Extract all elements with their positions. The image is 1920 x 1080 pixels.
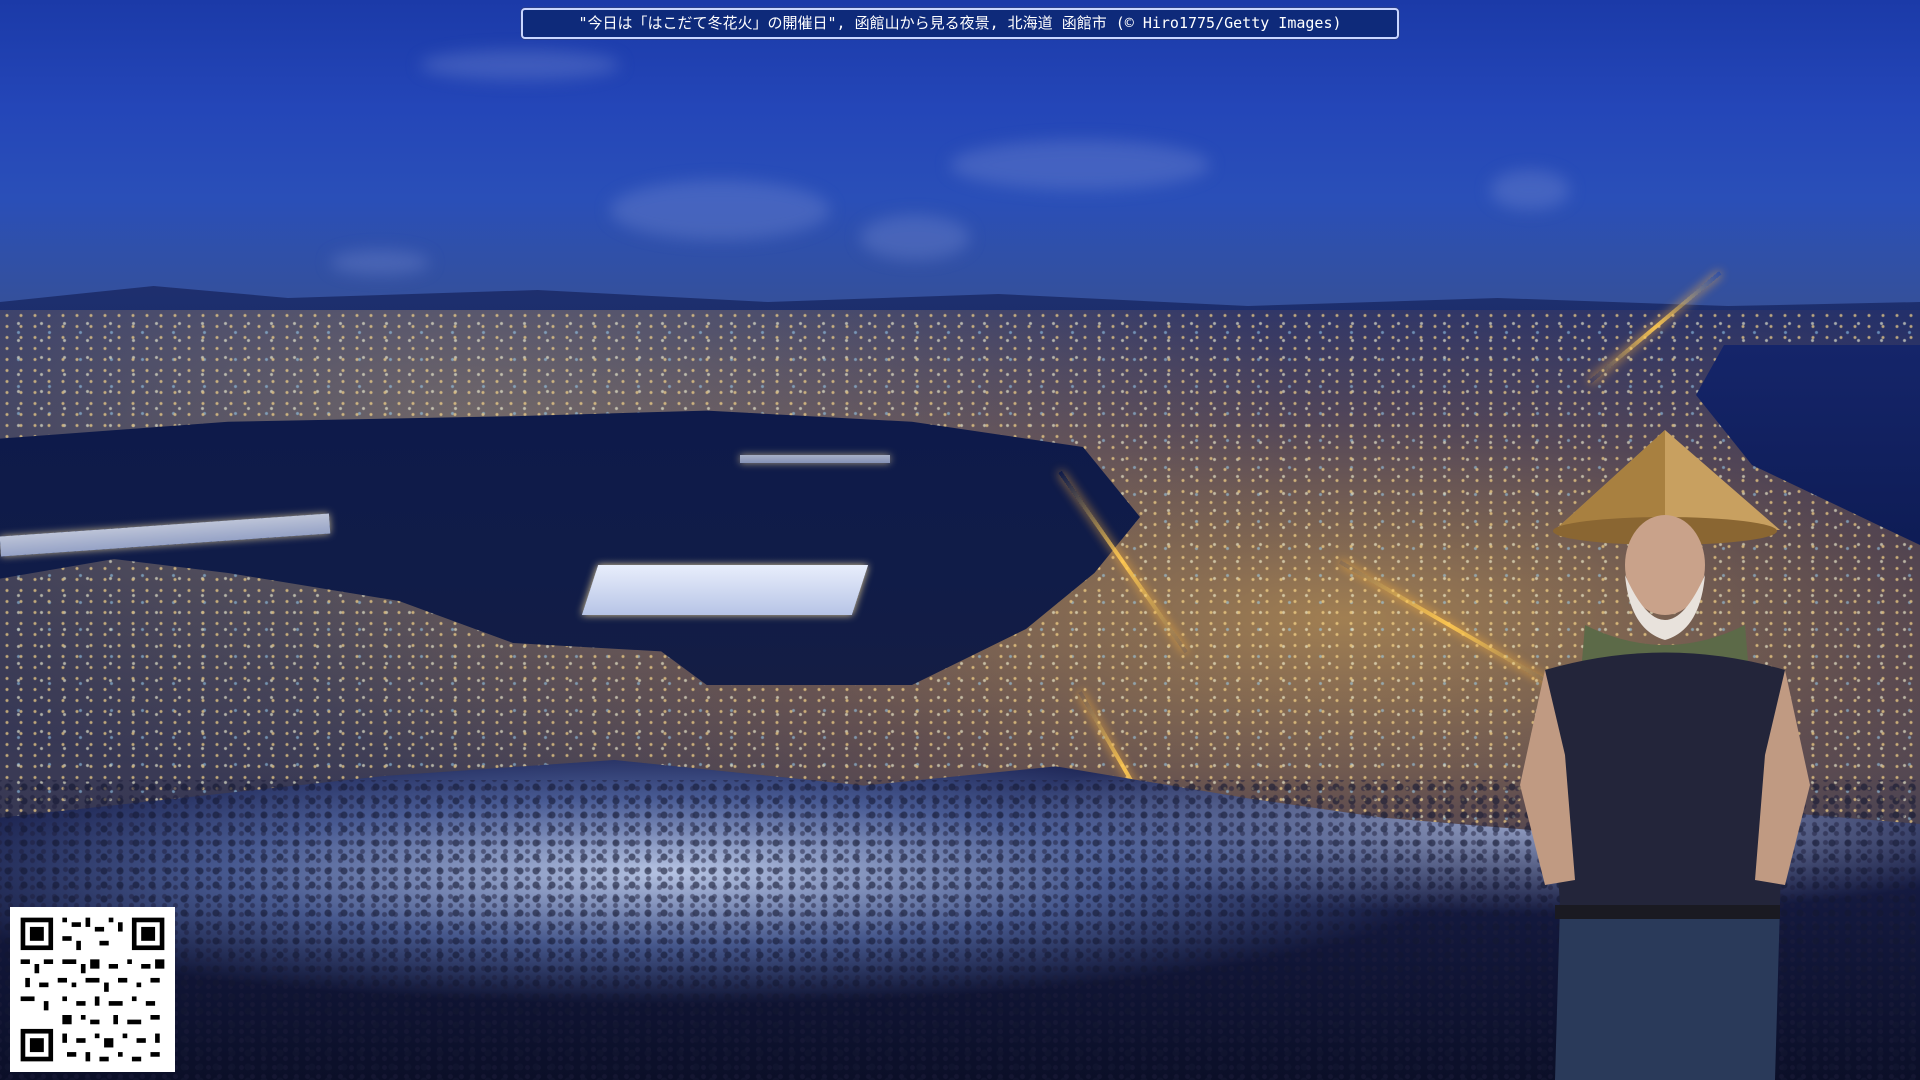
qr-code-graphic — [16, 913, 169, 1066]
wallpaper-scene: "今日は「はこだて冬花火」の開催日", 函館山から見る夜景, 北海道 函館市 (… — [0, 0, 1920, 1080]
cloud — [860, 215, 970, 260]
person-with-straw-hat — [1515, 425, 1815, 1080]
cloud — [1490, 170, 1570, 210]
cloud — [420, 50, 620, 80]
qr-code-icon — [10, 907, 175, 1072]
snowy-pier — [581, 565, 869, 615]
cloud — [950, 140, 1210, 190]
caption-bar: "今日は「はこだて冬花火」の開催日", 函館山から見る夜景, 北海道 函館市 (… — [521, 8, 1399, 39]
cloud — [330, 250, 430, 275]
breakwater — [740, 455, 890, 463]
cloud — [610, 180, 830, 240]
